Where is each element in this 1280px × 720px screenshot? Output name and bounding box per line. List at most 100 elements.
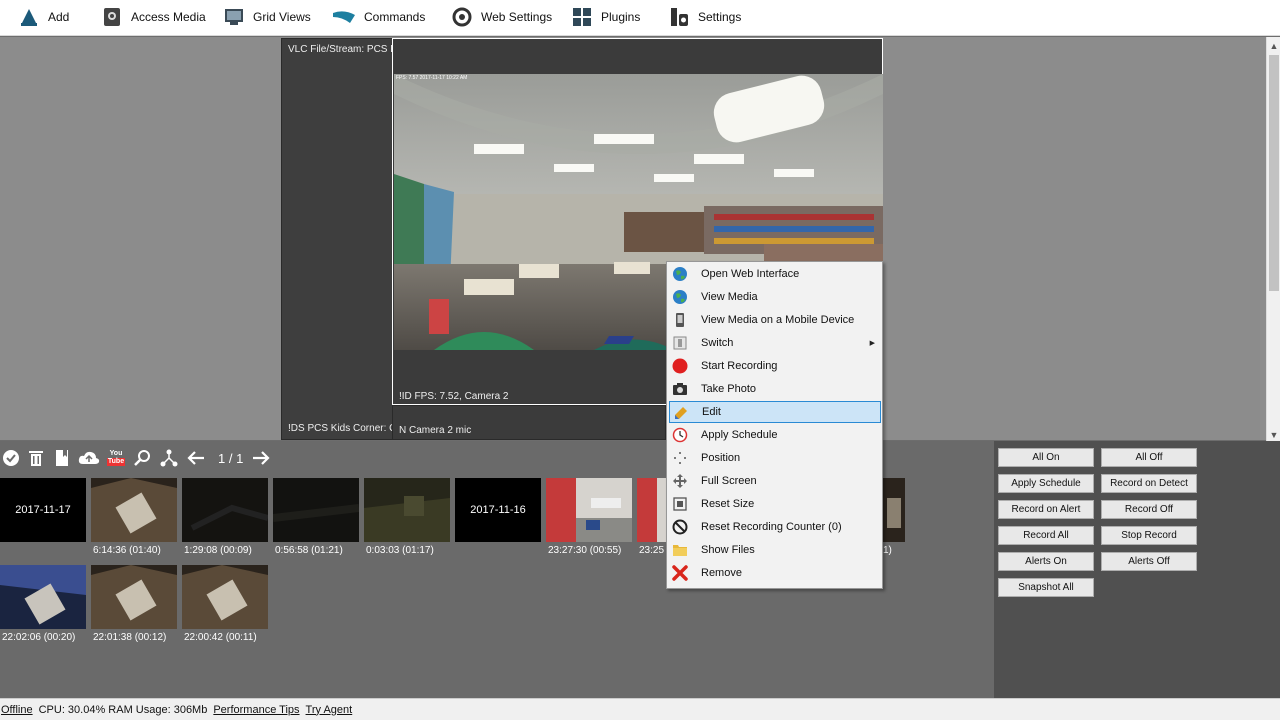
menu-item-view-media-mobile[interactable]: View Media on a Mobile Device xyxy=(669,309,881,331)
globe-icon xyxy=(672,266,688,282)
switch-icon xyxy=(672,335,688,351)
menu-item-apply-schedule[interactable]: Apply Schedule xyxy=(669,424,881,446)
web-settings-icon xyxy=(451,6,473,28)
reset-size-icon xyxy=(672,496,688,512)
snapshot-all-button[interactable]: Snapshot All xyxy=(998,578,1094,597)
resource-usage-text: CPU: 30.04% RAM Usage: 306Mb xyxy=(38,703,208,716)
recording-thumb[interactable] xyxy=(91,478,177,542)
offline-link[interactable]: Offline xyxy=(1,704,33,716)
camera-tile-camera-2-mic[interactable]: N Camera 2 mic xyxy=(392,405,666,440)
prev-arrow-icon[interactable] xyxy=(185,447,207,469)
date-header-thumb[interactable]: 2017-11-17 xyxy=(0,478,86,542)
page-indicator: 1 / 1 xyxy=(218,451,244,466)
stop-record-button[interactable]: Stop Record xyxy=(1101,526,1197,545)
record-on-alert-button[interactable]: Record on Alert xyxy=(998,500,1094,519)
recording-thumb[interactable] xyxy=(0,565,86,629)
toolbar-commands-button[interactable]: Commands xyxy=(332,0,425,34)
menu-item-remove[interactable]: Remove xyxy=(669,562,881,584)
toolbar-plugins-button[interactable]: Plugins xyxy=(571,0,640,34)
menu-item-start-recording[interactable]: Start Recording xyxy=(669,355,881,377)
access-media-icon xyxy=(101,6,123,28)
edit-icon xyxy=(673,405,689,421)
recording-timestamp: 23:27:30 (00:55) xyxy=(548,545,622,556)
fullscreen-icon xyxy=(672,473,688,489)
menu-item-switch[interactable]: Switch ▶ xyxy=(669,332,881,354)
menu-item-reset-recording-counter[interactable]: Reset Recording Counter (0) xyxy=(669,516,881,538)
remove-icon xyxy=(672,565,688,581)
alerts-on-button[interactable]: Alerts On xyxy=(998,552,1094,571)
menu-item-take-photo[interactable]: Take Photo xyxy=(669,378,881,400)
record-all-button[interactable]: Record All xyxy=(998,526,1094,545)
toolbar-web-settings-button[interactable]: Web Settings xyxy=(451,0,552,34)
commands-icon xyxy=(332,6,356,28)
status-bar: Offline CPU: 30.04% RAM Usage: 306Mb Per… xyxy=(0,698,1280,720)
folder-icon xyxy=(672,542,688,558)
mobile-icon xyxy=(672,312,688,328)
all-on-button[interactable]: All On xyxy=(998,448,1094,467)
camera-icon xyxy=(672,381,688,397)
plugins-icon xyxy=(571,6,593,28)
menu-item-reset-size[interactable]: Reset Size xyxy=(669,493,881,515)
search-icon[interactable] xyxy=(132,447,154,469)
record-icon xyxy=(672,358,688,374)
camera-context-menu: Open Web Interface View Media View Media… xyxy=(666,261,883,589)
toolbar-grid-views-button[interactable]: Grid Views xyxy=(223,0,311,34)
all-off-button[interactable]: All Off xyxy=(1101,448,1197,467)
add-camera-icon xyxy=(18,6,40,28)
performance-tips-link[interactable]: Performance Tips xyxy=(213,704,299,716)
recording-timestamp: 0:56:58 (01:21) xyxy=(275,545,343,556)
recording-thumb[interactable] xyxy=(883,478,905,542)
reset-counter-icon xyxy=(672,519,688,535)
record-on-detect-button[interactable]: Record on Detect xyxy=(1101,474,1197,493)
try-agent-link[interactable]: Try Agent xyxy=(306,704,353,716)
scroll-thumb[interactable] xyxy=(1269,55,1279,291)
share-icon[interactable] xyxy=(158,447,180,469)
toolbar-access-media-button[interactable]: Access Media xyxy=(101,0,206,34)
scroll-up-icon[interactable]: ▲ xyxy=(1267,39,1280,53)
recording-thumb[interactable] xyxy=(637,478,666,542)
menu-item-view-media[interactable]: View Media xyxy=(669,286,881,308)
next-arrow-icon[interactable] xyxy=(250,447,272,469)
globe-media-icon xyxy=(672,289,688,305)
recording-thumb[interactable] xyxy=(273,478,359,542)
scroll-down-icon[interactable]: ▼ xyxy=(1267,428,1280,442)
apply-schedule-button[interactable]: Apply Schedule xyxy=(998,474,1094,493)
recording-timestamp: 6:14:36 (01:40) xyxy=(93,545,161,556)
tile-status: !DS PCS Kids Corner: Of xyxy=(288,423,400,434)
menu-item-open-web-interface[interactable]: Open Web Interface xyxy=(669,263,881,285)
command-panel: All On All Off Apply Schedule Record on … xyxy=(994,441,1280,698)
tile-status: !ID FPS: 7.52, Camera 2 xyxy=(399,391,509,402)
delete-icon[interactable] xyxy=(25,447,47,469)
recording-timestamp: 22:01:38 (00:12) xyxy=(93,632,167,643)
submenu-arrow-icon: ▶ xyxy=(869,340,875,347)
alerts-off-button[interactable]: Alerts Off xyxy=(1101,552,1197,571)
select-all-icon[interactable] xyxy=(0,447,22,469)
upload-icon[interactable] xyxy=(78,447,100,469)
tile-title: VLC File/Stream: PCS Kid xyxy=(288,44,405,55)
toolbar-add-button[interactable]: Add xyxy=(18,0,69,34)
recording-timestamp: 22:02:06 (00:20) xyxy=(2,632,76,643)
recording-thumb[interactable] xyxy=(364,478,450,542)
recording-timestamp: 22:00:42 (00:11) xyxy=(184,632,257,643)
canvas-vertical-scrollbar[interactable]: ▲ ▼ xyxy=(1266,37,1280,442)
youtube-icon[interactable]: You Tube xyxy=(105,447,127,469)
record-off-button[interactable]: Record Off xyxy=(1101,500,1197,519)
menu-item-show-files[interactable]: Show Files xyxy=(669,539,881,561)
toolbar-settings-button[interactable]: Settings xyxy=(668,0,741,34)
recording-timestamp: 1) xyxy=(883,545,892,556)
recording-thumb[interactable] xyxy=(91,565,177,629)
date-header-thumb[interactable]: 2017-11-16 xyxy=(455,478,541,542)
camera-tile-vlc-stream[interactable]: VLC File/Stream: PCS Kid !DS PCS Kids Co… xyxy=(281,38,405,440)
bookmark-icon[interactable] xyxy=(51,447,73,469)
menu-item-position[interactable]: Position xyxy=(669,447,881,469)
menu-item-full-screen[interactable]: Full Screen xyxy=(669,470,881,492)
position-icon xyxy=(672,450,688,466)
recording-timestamp: 1:29:08 (00:09) xyxy=(184,545,252,556)
recording-thumb[interactable] xyxy=(182,478,268,542)
main-toolbar: Add Access Media Grid Views Commands Web… xyxy=(0,0,1280,36)
video-timestamp: FPS: 7.57 2017-11-17 10:22 AM xyxy=(396,75,468,81)
recording-timestamp: 23:25 xyxy=(639,545,665,556)
menu-item-edit[interactable]: Edit xyxy=(669,401,881,423)
recording-thumb[interactable] xyxy=(182,565,268,629)
recording-thumb[interactable] xyxy=(546,478,632,542)
